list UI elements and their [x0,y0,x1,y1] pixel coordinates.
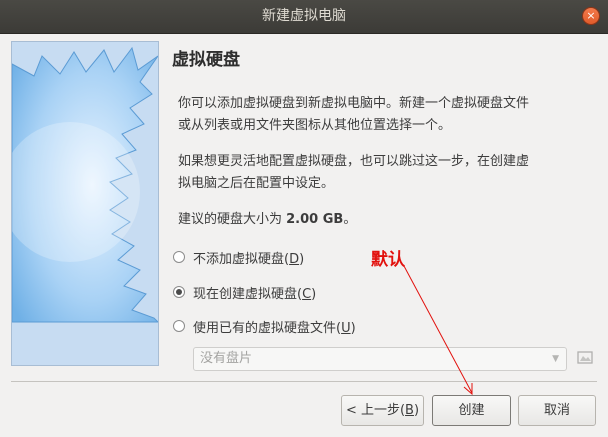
recommended-size-text: 建议的硬盘大小为 2.00 GB。 [178,209,588,231]
intro-line: 或从列表或用文件夹图标从其他位置选择一个。 [178,118,452,133]
radio-create-disk[interactable]: 现在创建虚拟硬盘(C) [173,282,316,302]
disk-select-value: 没有盘片 [200,351,253,366]
skip-paragraph: 如果想更灵活地配置虚拟硬盘，也可以跳过这一步，在创建虚 拟电脑之后在配置中设定。 [178,151,588,195]
folder-icon[interactable] [575,347,595,369]
recommended-size-value: 2.00 GB [286,212,344,227]
radio-button[interactable] [173,286,185,298]
recommended-size-prefix: 建议的硬盘大小为 [178,212,287,227]
skip-line: 拟电脑之后在配置中设定。 [178,176,335,191]
create-button[interactable]: 创建 [432,395,511,426]
cancel-button[interactable]: 取消 [518,395,596,426]
radio-no-disk[interactable]: 不添加虚拟硬盘(D) [173,247,304,267]
page-title: 虚拟硬盘 [172,50,240,70]
title-bar: 新建虚拟电脑 × [0,0,608,34]
button-separator [11,381,597,382]
radio-button[interactable] [173,320,185,332]
radio-label: 使用已有的虚拟硬盘文件(U) [193,320,356,336]
default-annotation: 默认 [371,250,405,270]
close-icon[interactable]: × [583,8,599,24]
chevron-down-icon: ▼ [552,354,559,364]
wizard-banner-image [11,41,159,366]
back-button[interactable]: < 上一步(B) [341,395,424,426]
recommended-size-suffix: 。 [343,212,357,227]
skip-line: 如果想更灵活地配置虚拟硬盘，也可以跳过这一步，在创建虚 [178,154,530,169]
radio-existing-disk[interactable]: 使用已有的虚拟硬盘文件(U) [173,316,356,336]
intro-paragraph: 你可以添加虚拟硬盘到新虚拟电脑中。新建一个虚拟硬盘文件 或从列表或用文件夹图标从… [178,93,588,137]
window-title: 新建虚拟电脑 [262,8,346,24]
intro-line: 你可以添加虚拟硬盘到新虚拟电脑中。新建一个虚拟硬盘文件 [178,96,530,111]
radio-label: 现在创建虚拟硬盘(C) [193,286,317,302]
radio-button[interactable] [173,251,185,263]
disk-select[interactable]: 没有盘片 ▼ [193,347,567,371]
radio-label: 不添加虚拟硬盘(D) [193,251,305,267]
